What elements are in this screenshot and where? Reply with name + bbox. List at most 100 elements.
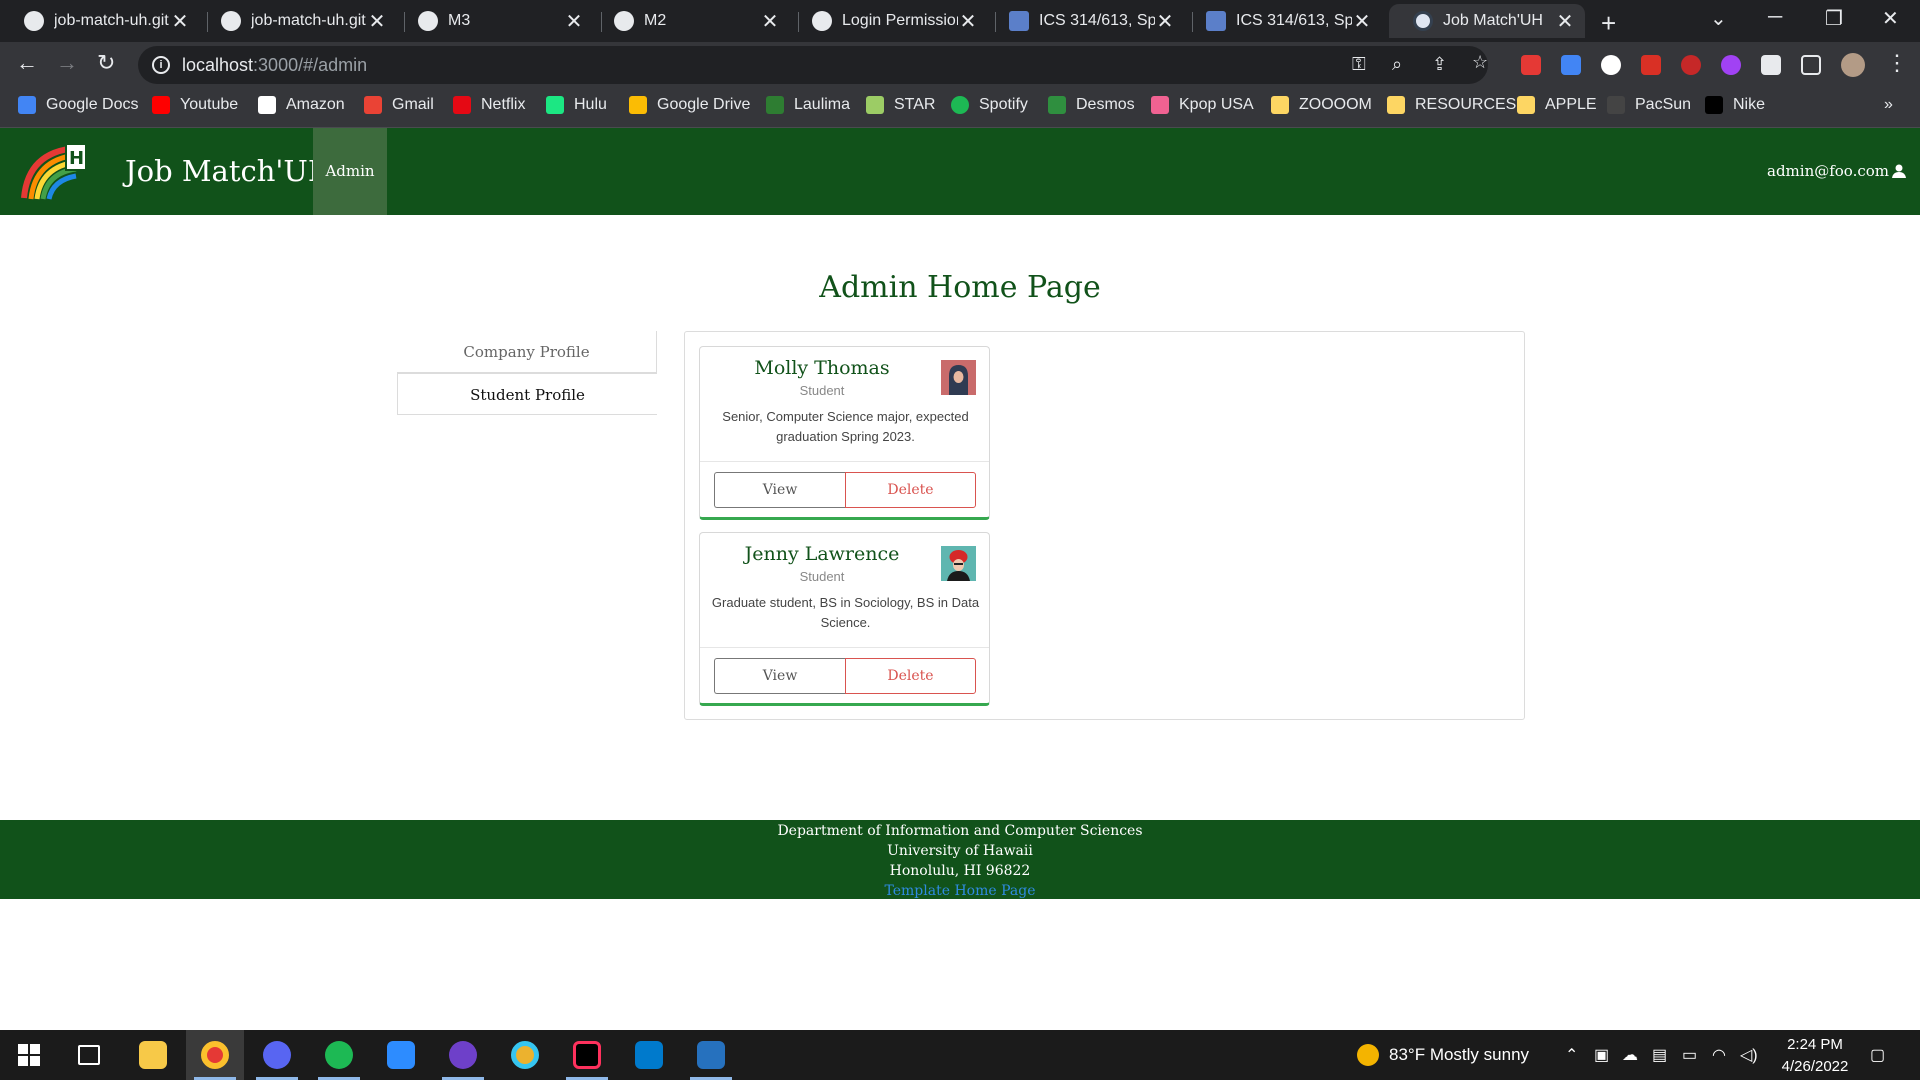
volume-icon[interactable]: ◁)	[1740, 1045, 1758, 1065]
close-icon[interactable]: ✕	[1155, 9, 1175, 34]
bookmark[interactable]: Gmail	[364, 96, 434, 114]
clock[interactable]: 2:24 PM 4/26/2022	[1770, 1034, 1860, 1078]
bookmark[interactable]: Google Docs	[18, 96, 139, 114]
slack-icon	[511, 1041, 539, 1069]
sync-icon[interactable]	[1601, 55, 1621, 75]
divider	[700, 461, 989, 462]
extension-icon[interactable]	[1641, 55, 1661, 75]
extension-icon[interactable]	[1681, 55, 1701, 75]
footer-address: Honolulu, HI 96822	[889, 863, 1031, 879]
bookmark-folder[interactable]: ZOOOOM	[1271, 96, 1372, 114]
more-bookmarks-button[interactable]: »	[1884, 96, 1893, 114]
bookmark[interactable]: Google Drive	[629, 96, 750, 114]
sun-icon	[1357, 1044, 1379, 1066]
bookmark[interactable]: Spotify	[951, 96, 1028, 114]
nav-admin-link[interactable]: Admin	[313, 128, 387, 215]
bookmark[interactable]: PacSun	[1607, 96, 1691, 114]
intellij-button[interactable]	[558, 1030, 616, 1080]
bookmark-star-icon[interactable]: ☆	[1472, 52, 1488, 73]
browser-tab[interactable]: M3 ✕	[394, 4, 594, 38]
browser-tab[interactable]: ICS 314/613, Spri ✕	[1182, 4, 1382, 38]
start-button[interactable]	[0, 1030, 58, 1080]
battery-icon[interactable]: ▭	[1682, 1045, 1697, 1065]
key-icon[interactable]: ⚿	[1352, 54, 1366, 75]
browser-tab[interactable]: job-match-uh.git ✕	[197, 4, 397, 38]
tab-search-icon[interactable]: ⌄	[1710, 6, 1727, 31]
close-icon[interactable]: ✕	[1352, 9, 1372, 34]
bookmark[interactable]: Laulima	[766, 96, 850, 114]
chrome-button[interactable]	[186, 1030, 244, 1080]
bookmark[interactable]: Hulu	[546, 96, 607, 114]
puzzle-icon[interactable]	[1761, 55, 1781, 75]
reload-icon[interactable]: ↻	[97, 50, 115, 76]
github-icon	[24, 11, 44, 31]
browser-tab[interactable]: Login Permission ✕	[788, 4, 988, 38]
bookmark[interactable]: Netflix	[453, 96, 525, 114]
zoom-button[interactable]	[372, 1030, 430, 1080]
bookmark[interactable]: Youtube	[152, 96, 238, 114]
delete-button[interactable]: Delete	[845, 658, 976, 694]
info-icon[interactable]: i	[152, 56, 170, 74]
close-icon[interactable]: ✕	[367, 9, 387, 34]
browser-tab[interactable]: ICS 314/613, Spri ✕	[985, 4, 1185, 38]
discord-button[interactable]	[248, 1030, 306, 1080]
slack-button[interactable]	[496, 1030, 554, 1080]
address-bar[interactable]: i localhost :3000/#/admin ⚿ ⌕ ⇪ ☆	[138, 46, 1488, 84]
browser-tab[interactable]: job-match-uh.git ✕	[0, 4, 200, 38]
forward-icon[interactable]: →	[56, 50, 78, 76]
new-tab-button[interactable]: +	[1601, 8, 1616, 39]
view-button[interactable]: View	[714, 658, 845, 694]
side-panel-icon[interactable]	[1801, 55, 1821, 75]
browser-tab-active[interactable]: Job Match'UH ✕	[1389, 4, 1585, 38]
extension-icon[interactable]	[1721, 55, 1741, 75]
weather-widget[interactable]: 83°F Mostly sunny	[1357, 1044, 1529, 1066]
extension-icon[interactable]	[1521, 55, 1541, 75]
github-desktop-button[interactable]	[434, 1030, 492, 1080]
tab-company-profile[interactable]: Company Profile	[397, 331, 657, 373]
powershell-icon	[697, 1041, 725, 1069]
display-icon[interactable]: ▤	[1652, 1045, 1667, 1065]
menu-icon[interactable]: ⋮	[1886, 50, 1908, 76]
wifi-icon[interactable]: ◠	[1712, 1045, 1726, 1065]
camera-icon[interactable]: ▣	[1594, 1045, 1609, 1065]
bookmark[interactable]: STAR	[866, 96, 935, 114]
bookmark[interactable]: Kpop USA	[1151, 96, 1254, 114]
zoom-icon[interactable]: ⌕	[1392, 54, 1402, 75]
bookmark-folder[interactable]: APPLE	[1517, 96, 1597, 114]
file-explorer-button[interactable]	[124, 1030, 182, 1080]
app-navbar: H Job Match'UH Admin admin@foo.com	[0, 128, 1920, 215]
back-icon[interactable]: ←	[16, 50, 38, 76]
bookmark[interactable]: Amazon	[258, 96, 345, 114]
close-icon[interactable]: ✕	[564, 9, 584, 34]
onedrive-icon[interactable]: ☁	[1622, 1045, 1638, 1065]
footer: Department of Information and Computer S…	[0, 820, 1920, 899]
browser-tab[interactable]: M2 ✕	[590, 4, 790, 38]
minimize-icon[interactable]: ─	[1768, 6, 1782, 29]
share-icon[interactable]: ⇪	[1432, 54, 1447, 75]
bookmark[interactable]: Nike	[1705, 96, 1765, 114]
chevron-up-icon[interactable]: ⌃	[1565, 1045, 1578, 1065]
profile-avatar[interactable]	[1841, 53, 1865, 77]
view-button[interactable]: View	[714, 472, 845, 508]
task-view-button[interactable]	[60, 1030, 118, 1080]
vscode-button[interactable]	[620, 1030, 678, 1080]
translate-icon[interactable]	[1561, 55, 1581, 75]
browser-toolbar: ← → ↻ i localhost :3000/#/admin ⚿ ⌕ ⇪ ☆ …	[0, 42, 1920, 88]
powershell-button[interactable]	[682, 1030, 740, 1080]
close-icon[interactable]: ✕	[760, 9, 780, 34]
bookmark-folder[interactable]: RESOURCES	[1387, 96, 1516, 114]
template-home-link[interactable]: Template Home Page	[0, 881, 1920, 901]
close-icon[interactable]: ✕	[170, 9, 190, 34]
tab-student-profile[interactable]: Student Profile	[397, 373, 657, 415]
restore-icon[interactable]: ❐	[1825, 6, 1843, 31]
uh-rainbow-logo-icon[interactable]: H	[20, 142, 88, 202]
brand-name[interactable]: Job Match'UH	[125, 154, 333, 188]
window-close-icon[interactable]: ✕	[1882, 6, 1899, 31]
user-menu[interactable]: admin@foo.com	[1767, 162, 1906, 180]
spotify-button[interactable]	[310, 1030, 368, 1080]
close-icon[interactable]: ✕	[1555, 9, 1575, 34]
delete-button[interactable]: Delete	[845, 472, 976, 508]
notifications-icon[interactable]: ▢	[1870, 1045, 1885, 1065]
bookmark[interactable]: Desmos	[1048, 96, 1135, 114]
close-icon[interactable]: ✕	[958, 9, 978, 34]
